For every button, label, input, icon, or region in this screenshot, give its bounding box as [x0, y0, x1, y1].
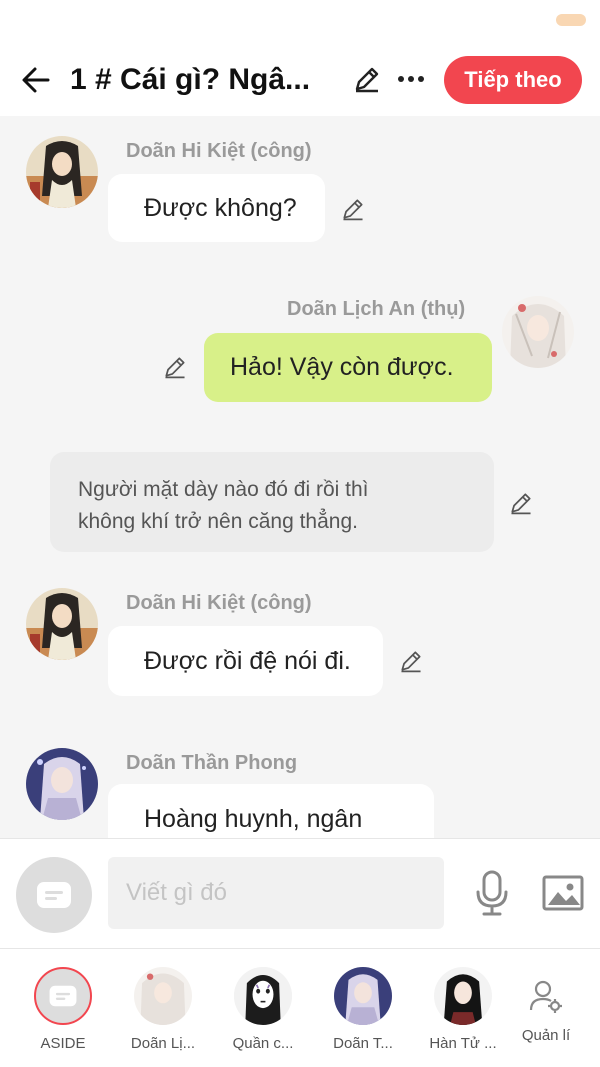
character-bar: ASIDE Doãn Lị... Quần c... Doãn T... Hàn… [0, 948, 600, 1067]
narration-line: Người mặt dày nào đó đi rồi thì [78, 478, 369, 501]
pencil-icon [511, 493, 531, 515]
manage-characters-button[interactable]: Quản lí [496, 967, 596, 1057]
message-bubble[interactable]: Hoàng huynh, ngân [108, 784, 434, 838]
character-portrait-image [434, 967, 492, 1025]
character-portrait-image [26, 588, 98, 660]
avatar [434, 967, 492, 1025]
manage-icon-wrap [517, 967, 575, 1025]
pencil-icon [401, 651, 421, 673]
user-settings-icon [529, 980, 562, 1013]
back-button[interactable] [16, 60, 56, 100]
status-indicator [556, 14, 586, 26]
edit-message-button[interactable] [160, 352, 190, 382]
message-bubble[interactable]: Hảo! Vậy còn được. [204, 333, 492, 402]
edit-title-button[interactable] [350, 62, 384, 96]
speaker-name: Doãn Hi Kiệt (công) [126, 140, 312, 162]
aside-icon [49, 985, 77, 1007]
avatar[interactable] [502, 296, 574, 368]
speaker-name: Doãn Lịch An (thụ) [287, 298, 466, 320]
avatar [234, 967, 292, 1025]
character-portrait-image [334, 967, 392, 1025]
top-bar: 1 # Cái gì? Ngâ... Tiếp theo [0, 0, 600, 116]
pencil-icon [343, 199, 363, 221]
character-portrait-image [26, 136, 98, 208]
avatar[interactable] [26, 748, 98, 820]
character-portrait-image [502, 296, 574, 368]
page-title: 1 # Cái gì? Ngâ... [70, 63, 311, 96]
mask-face-image [234, 967, 292, 1025]
character-label: Doãn T... [333, 1035, 393, 1052]
composer-bar [0, 838, 600, 948]
character-label: Doãn Lị... [130, 1035, 196, 1052]
edit-message-button[interactable] [396, 646, 426, 676]
message-input[interactable] [108, 857, 444, 929]
message-icon [37, 882, 71, 908]
character-portrait-image [134, 967, 192, 1025]
more-dots-icon [398, 76, 424, 82]
microphone-icon [476, 870, 508, 916]
next-button[interactable]: Tiếp theo [444, 56, 582, 104]
avatar[interactable] [26, 588, 98, 660]
edit-message-button[interactable] [506, 488, 536, 518]
speaker-name: Doãn Thần Phong [126, 752, 298, 774]
character-item[interactable]: Quần c... [213, 967, 313, 1057]
narration-bubble[interactable]: Người mặt dày nào đó đi rồi thì không kh… [50, 452, 494, 552]
character-label: Quản lí [521, 1027, 571, 1044]
pencil-icon [355, 67, 379, 93]
avatar [334, 967, 392, 1025]
aside-toggle-button[interactable] [16, 857, 92, 933]
speaker-name: Doãn Hi Kiệt (công) [126, 592, 312, 614]
character-item[interactable]: Doãn Lị... [113, 967, 213, 1057]
edit-message-button[interactable] [338, 194, 368, 224]
narration-line: không khí trở nên căng thẳng. [78, 510, 358, 533]
avatar [134, 967, 192, 1025]
character-portrait-image [26, 748, 98, 820]
image-upload-button[interactable] [540, 873, 586, 913]
avatar[interactable] [26, 136, 98, 208]
message-bubble[interactable]: Được rồi đệ nói đi. [108, 626, 383, 696]
character-label: Quần c... [232, 1035, 294, 1052]
message-bubble[interactable]: Được không? [108, 174, 325, 242]
character-aside[interactable]: ASIDE [13, 967, 113, 1057]
aside-avatar [34, 967, 92, 1025]
more-options-button[interactable] [394, 62, 428, 96]
pencil-icon [165, 357, 185, 379]
image-icon [542, 875, 584, 911]
character-label: ASIDE [40, 1035, 86, 1052]
character-item[interactable]: Doãn T... [313, 967, 413, 1057]
chat-area[interactable]: Doãn Hi Kiệt (công) Được không? Doãn Lịc… [0, 116, 600, 838]
voice-input-button[interactable] [472, 869, 512, 917]
arrow-left-icon [22, 67, 50, 93]
